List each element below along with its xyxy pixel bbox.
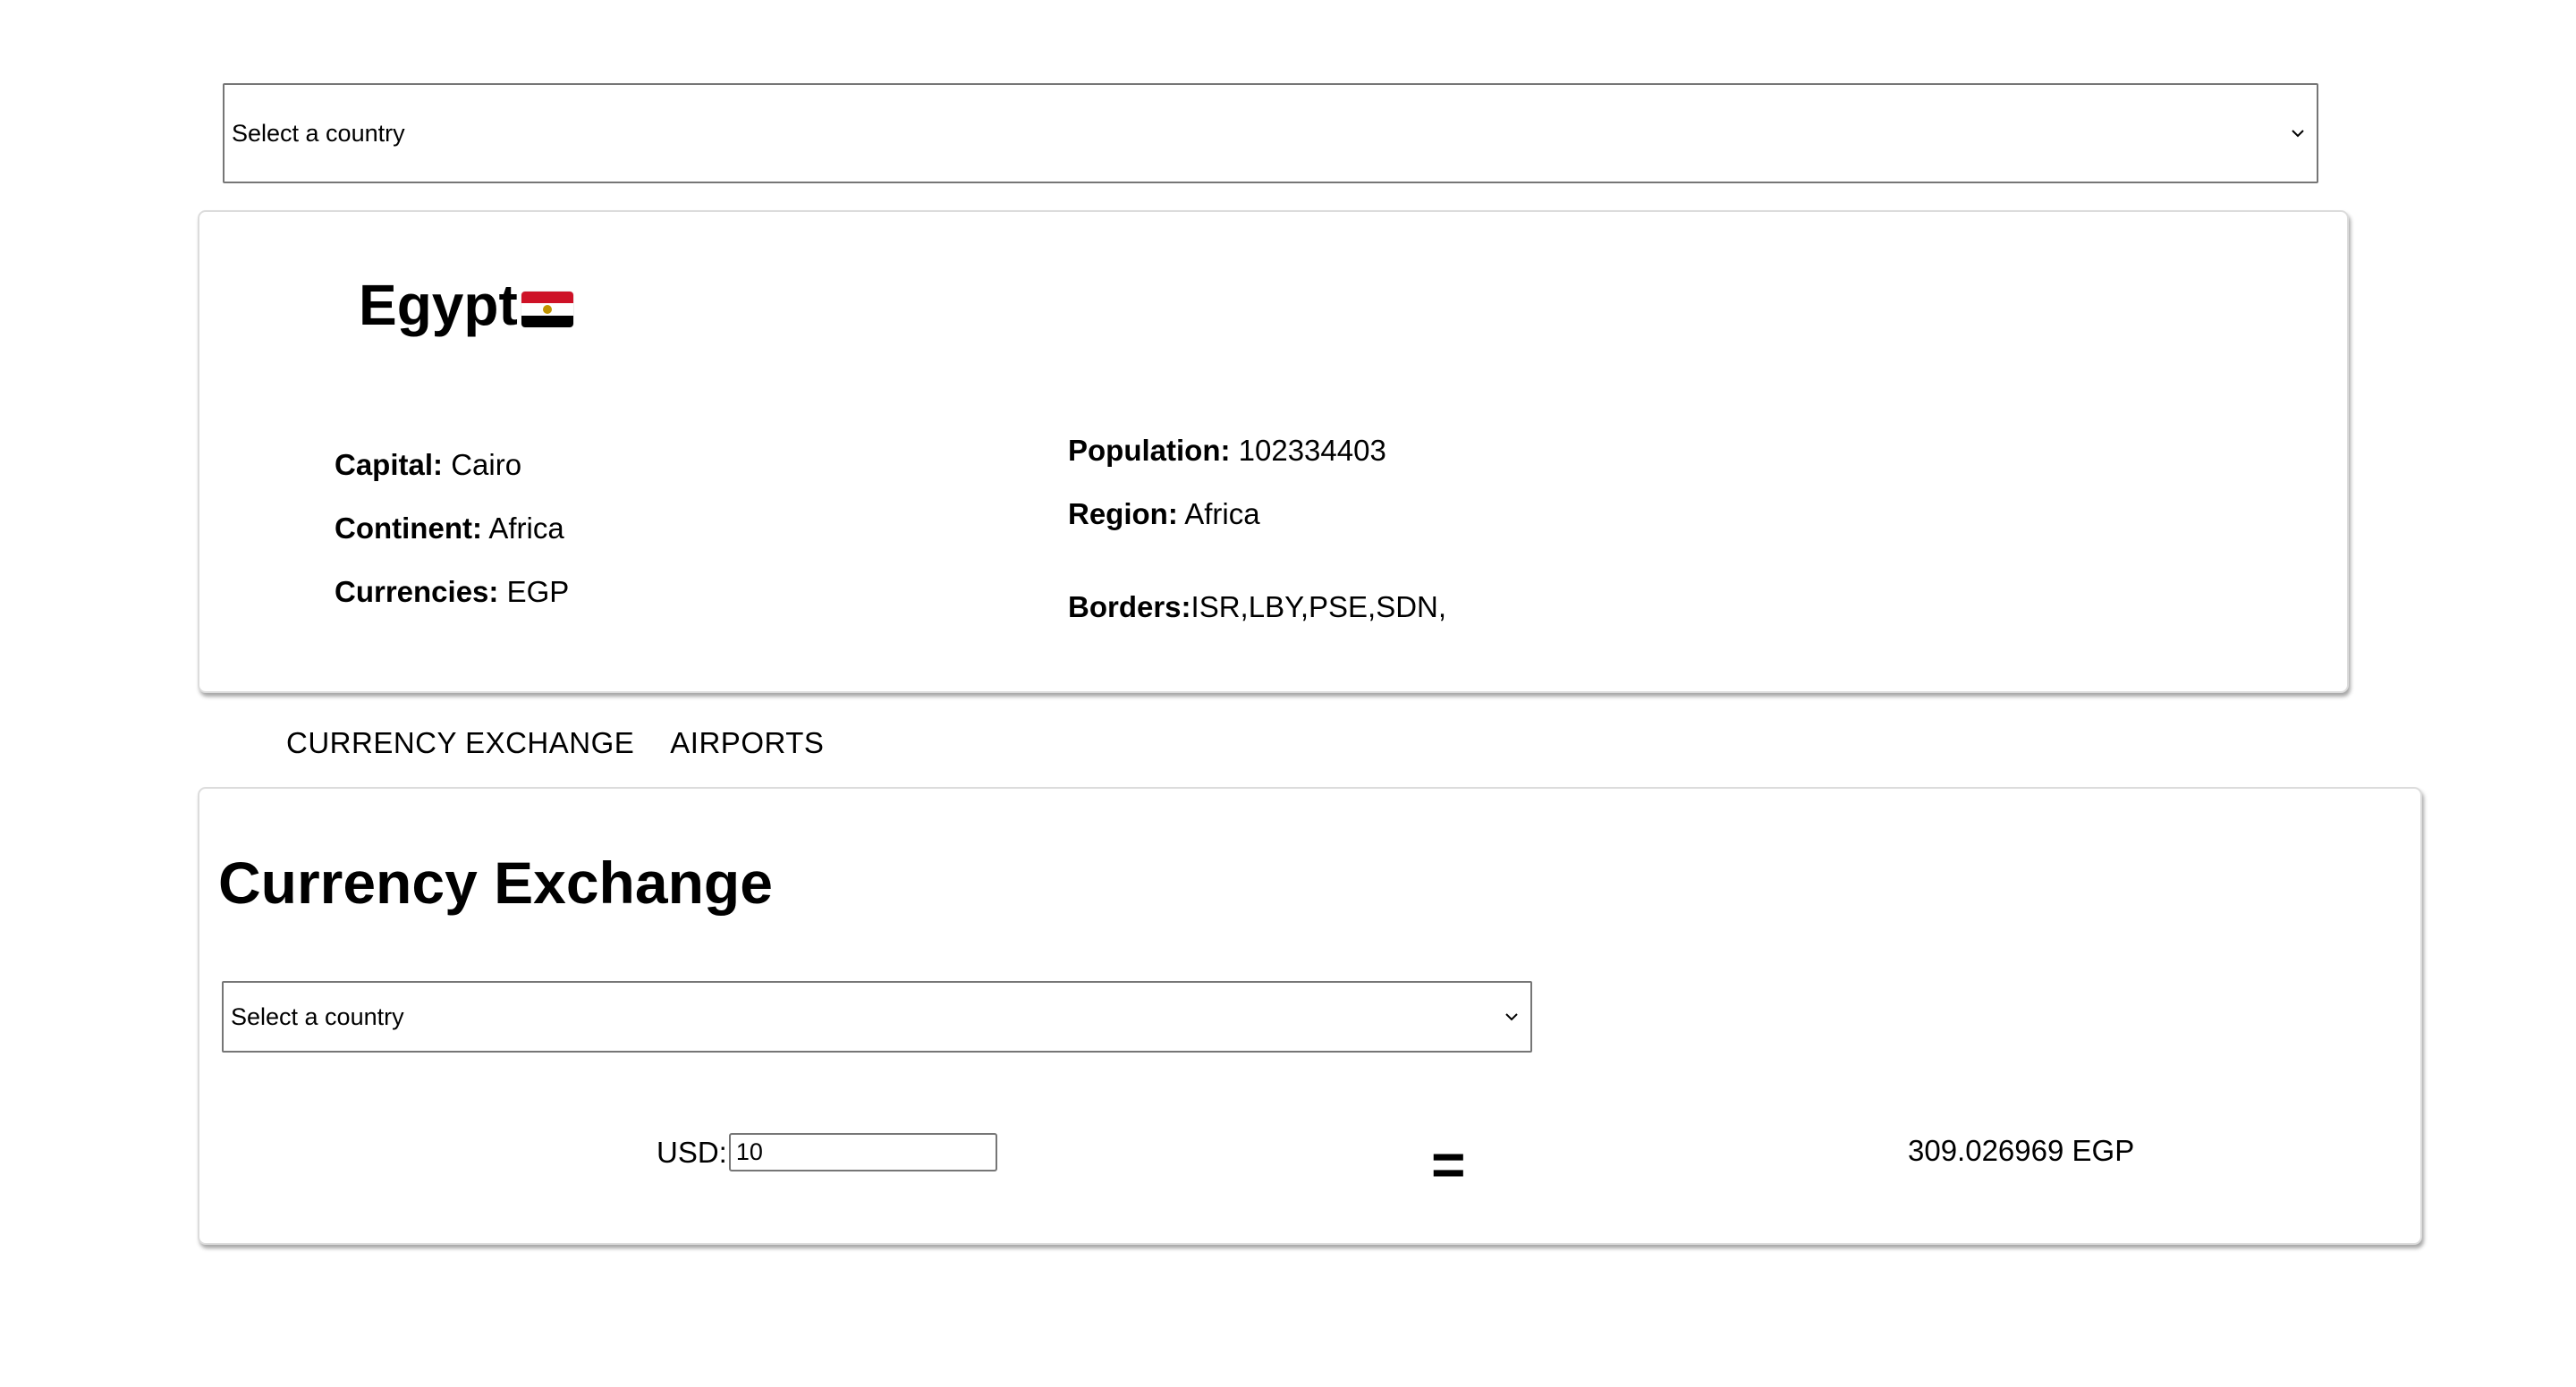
exchange-country-select[interactable]: Select a country: [222, 981, 1532, 1053]
country-name: Egypt: [359, 273, 518, 337]
tab-bar: CURRENCY EXCHANGE AIRPORTS: [286, 726, 824, 760]
capital-value: Cairo: [451, 448, 522, 481]
population-row: Population: 102334403: [1068, 436, 1386, 465]
continent-label: Continent:: [335, 512, 482, 545]
conversion-result: 309.026969 EGP: [1908, 1134, 2135, 1167]
population-label: Population:: [1068, 434, 1231, 467]
country-info-card: Egypt Capital: Cairo Continent: Africa C…: [198, 210, 2349, 693]
country-title: Egypt: [359, 276, 573, 334]
exchange-select-label: Select a country: [231, 1002, 404, 1030]
country-select-label: Select a country: [232, 119, 405, 147]
borders-label: Borders:: [1068, 590, 1191, 623]
usd-label: USD:: [657, 1135, 727, 1169]
region-value: Africa: [1184, 497, 1260, 530]
tab-airports[interactable]: AIRPORTS: [670, 726, 824, 760]
capital-label: Capital:: [335, 448, 444, 481]
currency-exchange-card: Currency Exchange Select a country USD: …: [198, 787, 2422, 1245]
currencies-label: Currencies:: [335, 575, 499, 608]
currencies-value: EGP: [506, 575, 570, 608]
continent-row: Continent: Africa: [335, 513, 564, 543]
usd-amount-input[interactable]: [728, 1133, 997, 1171]
equals-sign: =: [1431, 1131, 1466, 1197]
capital-row: Capital: Cairo: [335, 450, 521, 479]
currency-exchange-title: Currency Exchange: [218, 850, 773, 916]
chevron-down-icon: [2292, 130, 2304, 138]
usd-amount-group: USD:: [657, 1133, 997, 1171]
borders-value: ISR,LBY,PSE,SDN,: [1191, 590, 1447, 623]
country-select[interactable]: Select a country: [223, 83, 2318, 183]
region-row: Region: Africa: [1068, 499, 1260, 529]
borders-row: Borders:ISR,LBY,PSE,SDN,: [1068, 592, 1446, 622]
continent-value: Africa: [488, 512, 564, 545]
population-value: 102334403: [1238, 434, 1386, 467]
page: Select a country Egypt Capital: Cairo Co…: [0, 0, 2576, 1387]
currencies-row: Currencies: EGP: [335, 577, 569, 606]
region-label: Region:: [1068, 497, 1178, 530]
chevron-down-icon: [1505, 1013, 1518, 1021]
tab-currency-exchange[interactable]: CURRENCY EXCHANGE: [286, 726, 634, 760]
egypt-flag-icon: [521, 292, 573, 327]
